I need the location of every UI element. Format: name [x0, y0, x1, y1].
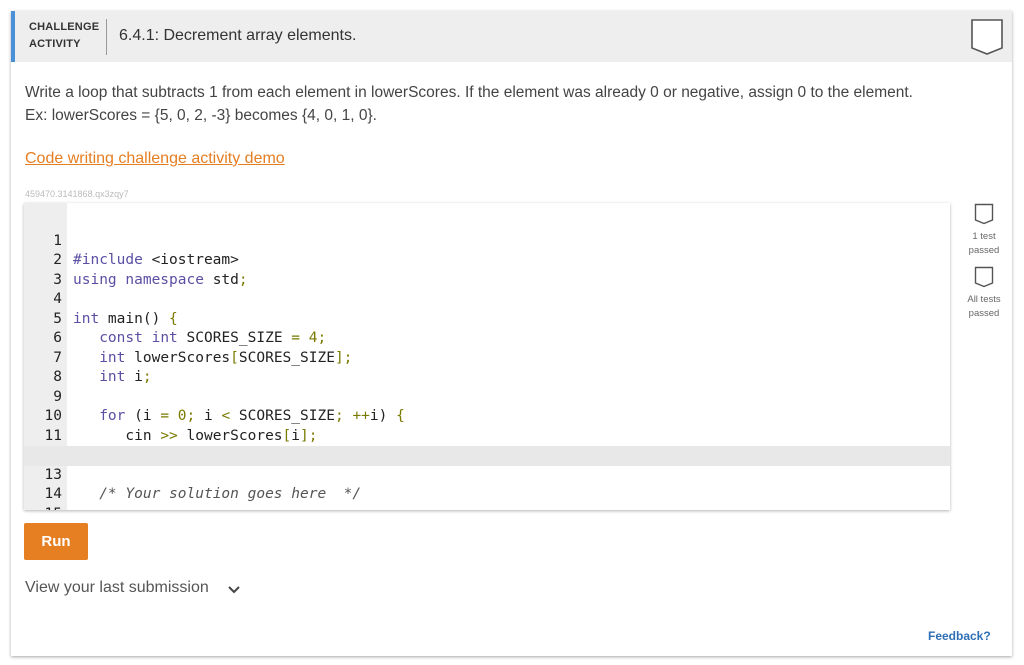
code-line[interactable]: 6 int lowerScores[SCORES_SIZE]; — [24, 310, 950, 366]
code-line[interactable]: 7 int i; — [24, 329, 950, 386]
code-line[interactable]: 5 const int SCORES_SIZE = 4; — [24, 290, 950, 347]
code-line[interactable]: 14 — [24, 466, 950, 502]
code-line[interactable]: 2 using namespace std; — [24, 232, 950, 288]
test-label-line-2: passed — [968, 308, 1000, 319]
view-last-submission[interactable]: View your last submission — [25, 579, 209, 597]
test-shield-icon — [974, 203, 994, 225]
test-label-line-1: 1 test — [972, 231, 996, 242]
code-line[interactable]: 4 int main() { — [24, 271, 950, 327]
feedback-link[interactable]: Feedback? — [928, 629, 991, 643]
test-shield-icon — [974, 266, 994, 288]
test-label-line-1: All tests — [967, 294, 1001, 305]
badge-line-1: CHALLENGE — [29, 21, 100, 33]
code-line[interactable]: 8 — [24, 349, 950, 385]
activity-title: 6.4.1: Decrement array elements. — [119, 27, 357, 44]
code-line[interactable]: 10 cin >> lowerScores[i]; — [24, 388, 950, 444]
test-result-2: All tests passed — [956, 266, 1012, 321]
description-line-2: Ex: lowerScores = {5, 0, 2, -3} becomes … — [25, 107, 377, 124]
test-result-1: 1 test passed — [956, 203, 1012, 258]
description-line-1: Write a loop that subtracts 1 from each … — [25, 84, 913, 101]
test-label-line-2: passed — [968, 245, 1000, 256]
challenge-activity-card: CHALLENGE ACTIVITY 6.4.1: Decrement arra… — [11, 11, 1012, 656]
challenge-activity-badge: CHALLENGE ACTIVITY — [29, 19, 100, 53]
code-line[interactable]: 9 for (i = 0; i < SCORES_SIZE; ++i) { — [24, 368, 950, 425]
code-line[interactable]: 11 } — [24, 407, 950, 464]
code-editor[interactable]: 1 #include <iostream> 2 using namespace … — [24, 203, 950, 510]
badge-line-2: ACTIVITY — [29, 38, 81, 50]
activity-header: CHALLENGE ACTIVITY 6.4.1: Decrement arra… — [11, 11, 1012, 62]
header-divider — [106, 19, 107, 55]
completion-shield-icon — [971, 19, 1003, 55]
code-id: 459470.3141868.qx3zqy7 — [25, 189, 129, 199]
code-line-active[interactable]: 13 /* Your solution goes here */ — [24, 446, 950, 502]
code-line[interactable]: 3 — [24, 251, 950, 288]
chevron-down-icon[interactable] — [227, 585, 241, 594]
test-label: All tests passed — [956, 293, 1012, 321]
activity-description: Write a loop that subtracts 1 from each … — [25, 81, 985, 127]
run-button[interactable]: Run — [24, 523, 88, 560]
code-line[interactable]: 1 #include <iostream> — [24, 212, 950, 269]
code-line[interactable]: 15 for (i = 0; i < SCORES_SIZE; ++i) { — [24, 485, 950, 511]
demo-link[interactable]: Code writing challenge activity demo — [25, 150, 285, 168]
test-label: 1 test passed — [956, 230, 1012, 258]
code-line[interactable]: 12 — [24, 427, 950, 463]
code-line[interactable]: 16 cout << lowerScores[i] << " "; — [24, 505, 950, 511]
